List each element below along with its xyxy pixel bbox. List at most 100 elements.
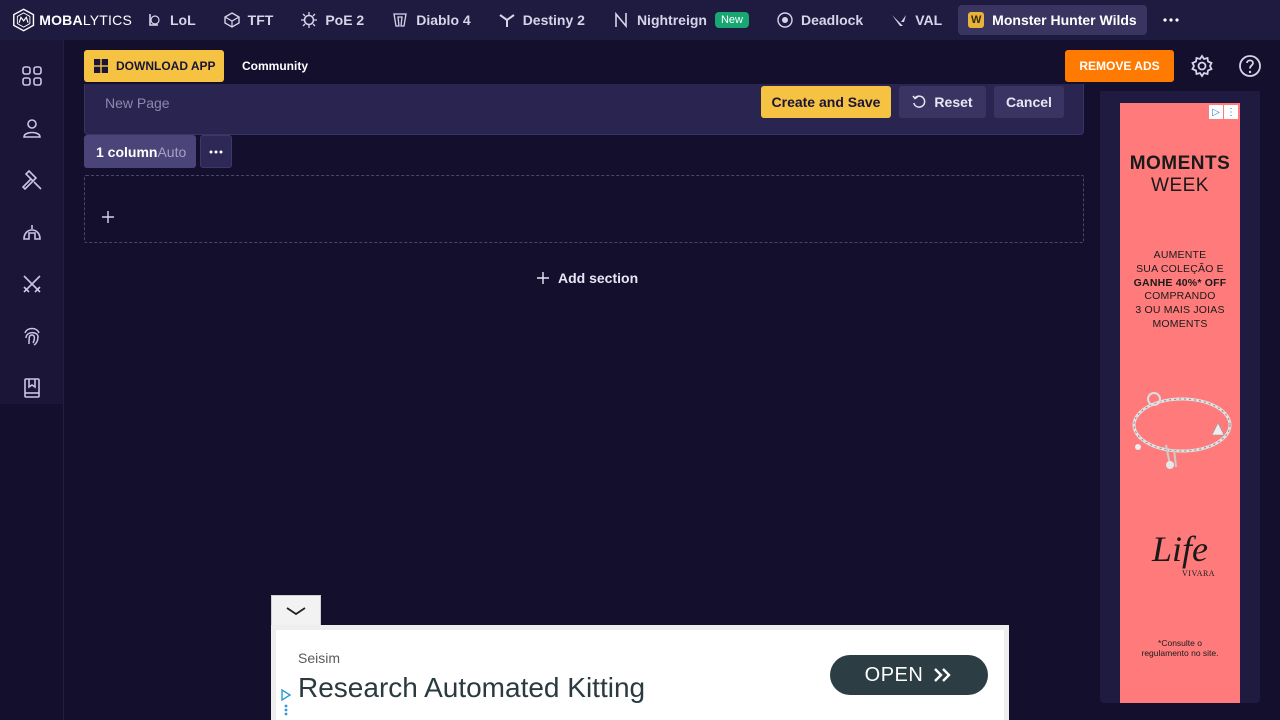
sidebar-item-tracker[interactable] — [0, 310, 63, 362]
plus-icon — [537, 272, 549, 284]
sidebar-item-weapons[interactable] — [0, 258, 63, 310]
monster-hunter-icon: W — [968, 12, 985, 28]
ad-headline: Research Automated Kitting — [298, 672, 646, 703]
download-app-button[interactable]: DOWNLOAD APP — [84, 49, 224, 82]
help-icon[interactable] — [1238, 54, 1262, 78]
lol-icon — [149, 14, 160, 26]
user-icon — [22, 119, 41, 138]
fingerprint-icon — [23, 327, 40, 346]
section-dropzone — [84, 175, 1084, 243]
nav-game-nightreign[interactable]: Nightreign New — [599, 0, 763, 40]
nav-game-tft[interactable]: TFT — [210, 0, 288, 40]
left-sidebar — [0, 40, 64, 720]
download-app-label: DOWNLOAD APP — [116, 58, 216, 73]
reset-icon — [912, 95, 926, 108]
double-chevron-right-icon — [934, 668, 952, 682]
gear-icon[interactable] — [1190, 54, 1214, 78]
add-section-label: Add section — [558, 270, 639, 286]
create-and-save-button[interactable]: Create and Save — [761, 86, 891, 118]
nav-game-label: PoE 2 — [325, 12, 365, 28]
sidebar-item-monsters[interactable] — [0, 206, 63, 258]
mobalytics-logo-icon — [13, 8, 35, 32]
destiny2-icon — [499, 14, 515, 27]
ad-line: GANHE 40%* OFF — [1133, 276, 1227, 289]
remove-ads-button[interactable]: REMOVE ADS — [1065, 50, 1174, 82]
collapse-ad-button[interactable] — [271, 595, 321, 625]
nav-game-label: VAL — [915, 12, 943, 28]
bottom-ad-content[interactable]: Seisim Research Automated Kitting OPEN — [276, 630, 1004, 720]
grid-icon — [21, 66, 42, 86]
poe2-icon — [301, 12, 318, 28]
helmet-icon — [22, 225, 41, 240]
ad-open-label: OPEN — [864, 663, 924, 686]
ad-menu-icon[interactable]: ⋮ — [1224, 105, 1238, 119]
top-nav: MOBALYTICS LoL TFT PoE 2 Diablo 4 Destin… — [0, 0, 1280, 40]
crossed-swords-icon — [22, 275, 41, 293]
add-block-icon[interactable] — [101, 210, 115, 224]
cancel-button[interactable]: Cancel — [994, 86, 1064, 118]
vivara-ad-banner[interactable]: ▷ ⋮ MOMENTS WEEK AUMENTE SUA COLEÇÃO E G… — [1120, 103, 1240, 703]
reset-label: Reset — [934, 94, 973, 110]
logo-text: MOBALYTICS — [39, 12, 132, 28]
nav-game-label: Monster Hunter Wilds — [992, 12, 1137, 28]
nightreign-icon — [615, 12, 627, 28]
sidebar-item-builds[interactable] — [0, 154, 63, 206]
bottom-ad-banner: Seisim Research Automated Kitting OPEN — [271, 625, 1009, 720]
nav-game-deadlock[interactable]: Deadlock — [763, 0, 877, 40]
bracelet-image — [1132, 392, 1232, 469]
ad-line: SUA COLEÇÃO E — [1136, 262, 1224, 275]
ad-line: 3 OU MAIS JOIAS — [1135, 304, 1225, 317]
ad-line: COMPRANDO — [1144, 290, 1216, 303]
column-value: 1 column — [96, 143, 158, 160]
add-section-button[interactable]: Add section — [536, 270, 638, 286]
ad-line: AUMENTE — [1153, 249, 1207, 261]
windows-icon — [94, 58, 108, 73]
nav-game-poe2[interactable]: PoE 2 — [287, 0, 378, 40]
mobalytics-logo[interactable]: MOBALYTICS — [0, 0, 132, 40]
more-games-icon[interactable] — [1161, 10, 1181, 30]
ad-subtitle: WEEK — [1151, 175, 1209, 196]
nav-game-monster-hunter-wilds[interactable]: W Monster Hunter Wilds — [958, 5, 1147, 35]
community-link[interactable]: Community — [242, 59, 308, 73]
section-options-button[interactable] — [200, 135, 232, 168]
ad-choices[interactable]: ▷ ⋮ — [1209, 105, 1238, 119]
column-mode: Auto — [157, 143, 187, 160]
nav-game-label: Deadlock — [800, 12, 864, 28]
valorant-icon — [892, 15, 907, 26]
ad-footnote-line: regulamento no site. — [1141, 648, 1219, 658]
page-title-bar: New Page Create and Save Reset Cancel — [84, 84, 1084, 135]
nav-game-diablo4[interactable]: Diablo 4 — [378, 0, 484, 40]
ad-open-button[interactable]: OPEN — [830, 655, 988, 695]
reset-button[interactable]: Reset — [899, 86, 986, 118]
ad-footnote: *Consulte o regulamento no site. — [1120, 638, 1240, 658]
column-layout-select[interactable]: 1 column Auto — [84, 135, 196, 168]
ad-sponsor: Seisim — [298, 650, 341, 666]
sidebar-item-profile[interactable] — [0, 102, 63, 154]
ad-line: MOMENTS — [1152, 317, 1208, 330]
nav-game-label: TFT — [247, 12, 274, 28]
book-icon — [23, 378, 40, 398]
new-badge: New — [714, 12, 749, 28]
diablo4-icon — [393, 13, 407, 27]
sidebar-item-guides[interactable] — [0, 362, 63, 414]
tft-icon — [223, 12, 240, 28]
nav-game-label: LoL — [170, 12, 196, 28]
nav-game-valorant[interactable]: VAL — [877, 0, 956, 40]
sidebar-item-apps[interactable] — [0, 50, 63, 102]
ad-footnote-line: *Consulte o — [1158, 638, 1202, 648]
more-options-icon — [209, 150, 223, 153]
ad-brand-logo: Life — [1151, 529, 1208, 569]
nav-game-label: Destiny 2 — [522, 12, 585, 28]
nav-game-label: Nightreign — [636, 12, 707, 28]
ad-choices-icon[interactable]: ▷ — [1209, 105, 1223, 119]
page-name-input[interactable]: New Page — [105, 95, 170, 111]
nav-game-lol[interactable]: LoL — [132, 0, 210, 40]
chevron-down-icon — [286, 606, 306, 615]
hammer-icon — [21, 169, 42, 191]
nav-game-destiny2[interactable]: Destiny 2 — [485, 0, 599, 40]
right-ad-container: ▷ ⋮ MOMENTS WEEK AUMENTE SUA COLEÇÃO E G… — [1100, 91, 1260, 703]
ad-choices-icon[interactable] — [280, 688, 292, 716]
nav-game-label: Diablo 4 — [416, 12, 471, 28]
ad-title: MOMENTS — [1129, 153, 1231, 174]
ad-brand-sub: VIVARA — [1182, 569, 1216, 578]
